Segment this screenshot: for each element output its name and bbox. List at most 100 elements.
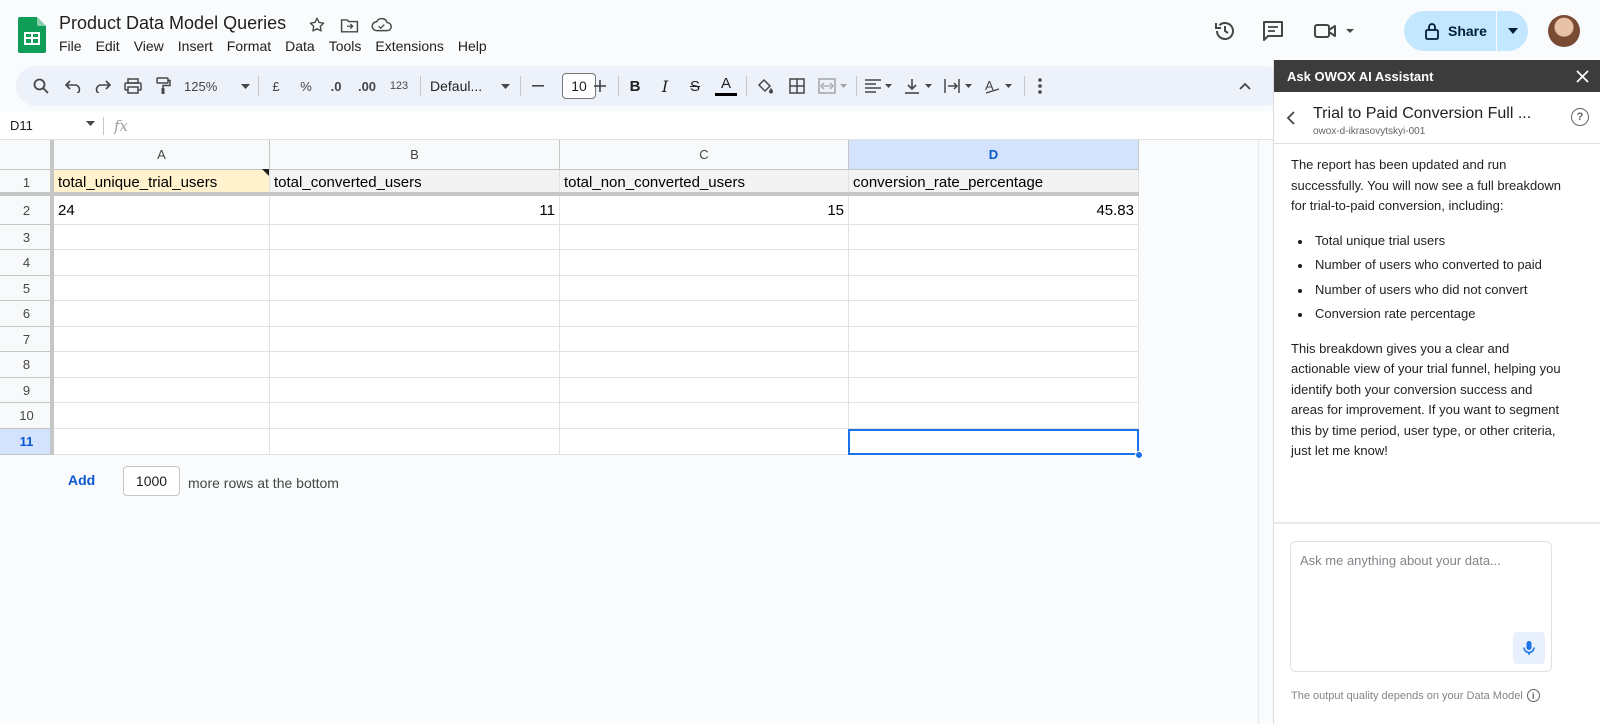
add-rows-count-input[interactable]: 1000 xyxy=(123,466,180,496)
row-header-2[interactable]: 2 xyxy=(0,196,54,225)
increase-decimal-button[interactable]: .00 xyxy=(354,74,380,98)
menu-data[interactable]: Data xyxy=(278,38,322,54)
empty-cell[interactable] xyxy=(849,352,1139,378)
vertical-align-icon[interactable] xyxy=(902,74,936,98)
text-rotation-icon[interactable]: A xyxy=(982,74,1016,98)
empty-cell[interactable] xyxy=(270,276,560,301)
version-history-icon[interactable] xyxy=(1212,19,1238,43)
row-header-10[interactable]: 10 xyxy=(0,403,54,429)
more-options-icon[interactable] xyxy=(1030,74,1050,98)
menu-edit[interactable]: Edit xyxy=(89,38,127,54)
menu-view[interactable]: View xyxy=(127,38,171,54)
empty-cell[interactable] xyxy=(560,378,849,403)
empty-cell[interactable] xyxy=(270,225,560,250)
decrease-font-size-icon[interactable] xyxy=(528,74,548,98)
menu-file[interactable]: File xyxy=(52,38,89,54)
frozen-column-divider[interactable] xyxy=(50,140,54,455)
column-header-a[interactable]: A xyxy=(54,140,270,170)
empty-cell[interactable] xyxy=(270,403,560,429)
share-dropdown-icon[interactable] xyxy=(1497,11,1528,51)
increase-font-size-icon[interactable] xyxy=(590,74,610,98)
cell-a2[interactable]: 24 xyxy=(54,196,270,225)
chat-input[interactable]: Ask me anything about your data... xyxy=(1290,541,1552,672)
row-header-9[interactable]: 9 xyxy=(0,378,54,403)
row-header-11[interactable]: 11 xyxy=(0,429,54,455)
empty-cell[interactable] xyxy=(270,378,560,403)
menu-tools[interactable]: Tools xyxy=(322,38,369,54)
column-header-d[interactable]: D xyxy=(849,140,1139,170)
empty-cell[interactable] xyxy=(560,352,849,378)
redo-icon[interactable] xyxy=(92,74,114,98)
empty-cell[interactable] xyxy=(560,250,849,276)
row-header-5[interactable]: 5 xyxy=(0,276,54,301)
empty-cell[interactable] xyxy=(54,301,270,327)
empty-cell[interactable] xyxy=(560,327,849,352)
fill-handle[interactable] xyxy=(1135,451,1143,459)
empty-cell[interactable] xyxy=(849,378,1139,403)
share-button[interactable]: Share xyxy=(1404,11,1496,51)
font-family-select[interactable]: Defaul... xyxy=(430,74,510,98)
empty-cell[interactable] xyxy=(270,352,560,378)
print-icon[interactable] xyxy=(122,74,144,98)
fill-color-icon[interactable] xyxy=(754,74,776,98)
name-box[interactable]: D11 xyxy=(10,118,33,133)
close-icon[interactable] xyxy=(1573,67,1591,85)
row-header-3[interactable]: 3 xyxy=(0,225,54,250)
empty-cell[interactable] xyxy=(54,276,270,301)
back-arrow-icon[interactable] xyxy=(1286,110,1296,126)
paint-format-icon[interactable] xyxy=(152,74,174,98)
merge-cells-icon[interactable] xyxy=(816,74,850,98)
borders-icon[interactable] xyxy=(786,74,808,98)
document-title[interactable]: Product Data Model Queries xyxy=(59,13,286,34)
empty-cell[interactable] xyxy=(54,378,270,403)
text-wrapping-icon[interactable] xyxy=(942,74,976,98)
empty-cell[interactable] xyxy=(270,429,560,455)
currency-format-button[interactable]: £ xyxy=(266,74,286,98)
empty-cell[interactable] xyxy=(270,250,560,276)
sheets-logo-icon[interactable] xyxy=(18,17,46,53)
italic-icon[interactable]: I xyxy=(654,74,676,98)
empty-cell[interactable] xyxy=(849,276,1139,301)
empty-cell[interactable] xyxy=(560,276,849,301)
cell-b2[interactable]: 11 xyxy=(270,196,560,225)
row-header-7[interactable]: 7 xyxy=(0,327,54,352)
decrease-decimal-button[interactable]: .0 xyxy=(324,74,348,98)
menu-extensions[interactable]: Extensions xyxy=(368,38,450,54)
undo-icon[interactable] xyxy=(62,74,84,98)
menu-insert[interactable]: Insert xyxy=(171,38,220,54)
empty-cell[interactable] xyxy=(54,225,270,250)
star-icon[interactable] xyxy=(306,14,328,36)
frozen-row-divider[interactable] xyxy=(0,192,1139,196)
select-all-corner[interactable] xyxy=(0,140,54,170)
empty-cell[interactable] xyxy=(270,301,560,327)
menu-format[interactable]: Format xyxy=(220,38,278,54)
horizontal-align-icon[interactable] xyxy=(862,74,896,98)
text-color-icon[interactable]: A xyxy=(712,74,740,98)
microphone-icon[interactable] xyxy=(1513,632,1545,664)
empty-cell[interactable] xyxy=(849,250,1139,276)
empty-cell[interactable] xyxy=(560,403,849,429)
cell-c2[interactable]: 15 xyxy=(560,196,849,225)
collapse-toolbar-icon[interactable] xyxy=(1234,74,1256,98)
row-header-6[interactable]: 6 xyxy=(0,301,54,327)
empty-cell[interactable] xyxy=(849,327,1139,352)
strikethrough-icon[interactable]: S xyxy=(684,74,706,98)
empty-cell[interactable] xyxy=(849,225,1139,250)
empty-cell[interactable] xyxy=(54,403,270,429)
row-header-4[interactable]: 4 xyxy=(0,250,54,276)
row-header-8[interactable]: 8 xyxy=(0,352,54,378)
meet-video-icon[interactable] xyxy=(1312,19,1358,43)
cell-d2[interactable]: 45.83 xyxy=(849,196,1139,225)
more-formats-button[interactable]: 123 xyxy=(386,74,412,98)
column-header-c[interactable]: C xyxy=(560,140,849,170)
add-rows-button[interactable]: Add xyxy=(68,472,95,488)
empty-cell[interactable] xyxy=(54,429,270,455)
empty-cell[interactable] xyxy=(849,403,1139,429)
bold-icon[interactable]: B xyxy=(624,74,646,98)
chevron-down-icon[interactable] xyxy=(86,121,95,126)
zoom-select[interactable]: 125% xyxy=(184,74,250,98)
empty-cell[interactable] xyxy=(54,250,270,276)
empty-cell[interactable] xyxy=(560,301,849,327)
empty-cell[interactable] xyxy=(560,429,849,455)
vertical-scrollbar[interactable] xyxy=(1258,140,1274,724)
